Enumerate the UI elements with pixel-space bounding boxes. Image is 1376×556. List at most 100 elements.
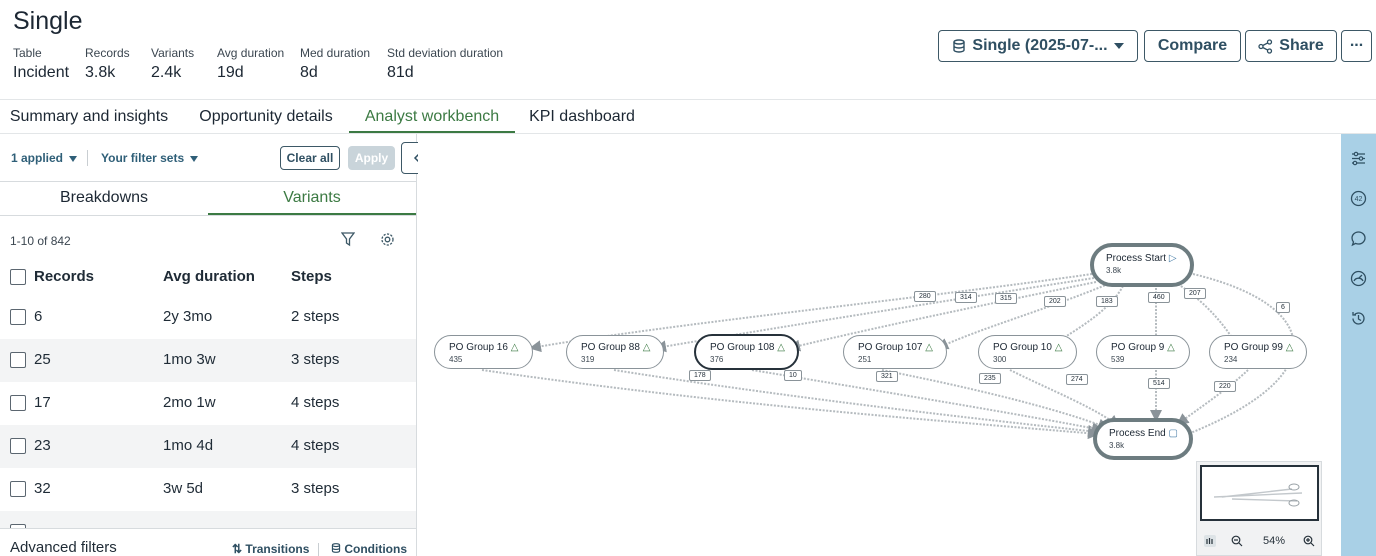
result-count: 1-10 of 842 <box>10 234 71 248</box>
column-header-steps[interactable]: Steps <box>291 268 332 285</box>
database-icon <box>953 39 966 53</box>
meta-avg-duration: Avg duration 19d <box>217 46 285 81</box>
row-checkbox[interactable] <box>10 309 26 325</box>
edge-label: 178 <box>689 370 711 381</box>
meta-variants: Variants 2.4k <box>151 46 195 81</box>
tab-variants[interactable]: Variants <box>208 183 416 215</box>
process-end-node[interactable]: Process End ▢ 3.8k <box>1093 418 1193 460</box>
edge-label: 315 <box>995 293 1017 304</box>
edge-label: 220 <box>1214 381 1236 392</box>
sort-arrows-icon: ⇅ <box>232 542 243 556</box>
process-start-node[interactable]: Process Start ▷ 3.8k <box>1090 243 1194 287</box>
tab-opportunity-details[interactable]: Opportunity details <box>182 100 350 133</box>
more-options-button[interactable]: ... <box>1341 30 1372 62</box>
edge-label: 280 <box>914 291 936 302</box>
row-checkbox[interactable] <box>10 395 26 411</box>
tab-analyst-workbench[interactable]: Analyst workbench <box>349 100 515 133</box>
hand-icon[interactable] <box>1203 534 1217 548</box>
warning-icon: △ <box>642 342 651 353</box>
table-row[interactable]: 6 2y 3mo 2 steps <box>0 296 416 339</box>
meta-std-duration: Std deviation duration 81d <box>387 46 504 81</box>
transitions-button[interactable]: ⇅ Transitions <box>232 542 309 556</box>
table-row[interactable]: 32 3w 5d 3 steps <box>0 468 416 511</box>
edge-label: 6 <box>1276 302 1290 313</box>
row-checkbox[interactable] <box>10 438 26 454</box>
warning-icon: △ <box>510 342 519 353</box>
number-badge-icon[interactable]: 42 <box>1350 190 1367 207</box>
row-checkbox[interactable] <box>10 352 26 368</box>
edge-label: 10 <box>784 370 802 381</box>
meta-med-duration: Med duration 8d <box>300 46 371 81</box>
process-node[interactable]: PO Group 107 △ 251 <box>843 335 947 369</box>
tab-summary[interactable]: Summary and insights <box>0 100 178 133</box>
gauge-icon[interactable] <box>1350 270 1367 287</box>
zoom-out-icon[interactable] <box>1231 535 1243 547</box>
select-all-checkbox[interactable] <box>10 269 26 285</box>
meta-table: Table Incident <box>13 46 70 81</box>
divider <box>87 150 88 166</box>
filter-sets-dropdown[interactable]: Your filter sets <box>101 151 199 165</box>
table-row[interactable]: 25 1mo 3w 3 steps <box>0 339 416 382</box>
share-icon <box>1258 38 1273 54</box>
minimap[interactable]: 54% <box>1196 461 1322 556</box>
more-icon: ... <box>1349 33 1364 50</box>
page-title: Single <box>13 7 83 35</box>
edge-label: 183 <box>1096 296 1118 307</box>
panel-subtabs: Breakdowns Variants <box>0 183 416 216</box>
share-button[interactable]: Share <box>1245 30 1337 62</box>
zoom-level: 54% <box>1263 535 1286 547</box>
divider <box>318 543 319 556</box>
edge-label: 514 <box>1148 378 1170 389</box>
gear-icon[interactable] <box>380 232 395 247</box>
filter-icon[interactable] <box>341 232 355 247</box>
advanced-filters-bar: Advanced filters ⇅ Transitions Condition… <box>0 528 416 556</box>
edge-label: 235 <box>979 373 1001 384</box>
stop-icon: ▢ <box>1168 428 1178 439</box>
process-node[interactable]: PO Group 99 △ 234 <box>1209 335 1307 369</box>
tab-breakdowns[interactable]: Breakdowns <box>0 183 208 215</box>
row-checkbox[interactable] <box>10 481 26 497</box>
advanced-filters-label[interactable]: Advanced filters <box>10 539 117 556</box>
zoom-in-icon[interactable] <box>1303 535 1315 547</box>
minimap-graph <box>1213 483 1303 507</box>
applied-filters-dropdown[interactable]: 1 applied <box>11 151 78 165</box>
caret-down-icon <box>1113 43 1124 49</box>
edge-label: 274 <box>1066 374 1088 385</box>
column-header-avg-duration[interactable]: Avg duration <box>163 268 255 285</box>
apply-button[interactable]: Apply <box>348 146 395 170</box>
play-icon: ▷ <box>1168 253 1177 264</box>
column-header-records[interactable]: Records <box>34 268 94 285</box>
sliders-icon[interactable] <box>1350 150 1367 167</box>
table-row[interactable]: 17 2mo 1w 4 steps <box>0 382 416 425</box>
caret-down-icon <box>190 156 199 162</box>
tab-kpi-dashboard[interactable]: KPI dashboard <box>518 100 646 133</box>
dataset-select-button[interactable]: Single (2025-07-... <box>938 30 1138 62</box>
caret-down-icon <box>69 156 78 162</box>
comment-icon[interactable] <box>1350 230 1367 247</box>
edge-label: 460 <box>1148 292 1170 303</box>
edge-label: 314 <box>955 292 977 303</box>
edge-label: 202 <box>1044 296 1066 307</box>
meta-records: Records 3.8k <box>85 46 130 81</box>
process-node[interactable]: PO Group 10 △ 300 <box>978 335 1077 369</box>
right-toolbar: 42 <box>1341 134 1376 556</box>
process-node[interactable]: PO Group 88 △ 319 <box>566 335 664 369</box>
warning-icon: △ <box>925 342 933 353</box>
process-node[interactable]: PO Group 16 △ 435 <box>434 335 533 369</box>
left-panel: 1 applied Your filter sets Clear all App… <box>0 134 417 556</box>
edge-label: 207 <box>1184 288 1206 299</box>
process-node[interactable]: PO Group 9 △ 539 <box>1096 335 1190 369</box>
compare-button[interactable]: Compare <box>1144 30 1241 62</box>
minimap-viewport[interactable] <box>1200 465 1319 521</box>
warning-icon: △ <box>1167 342 1175 353</box>
table-header: Records Avg duration Steps <box>0 256 416 296</box>
variants-table: Records Avg duration Steps 6 2y 3mo 2 st… <box>0 256 416 540</box>
process-node[interactable]: PO Group 108 △ 376 <box>694 334 799 370</box>
history-icon[interactable] <box>1350 310 1367 327</box>
warning-icon: △ <box>1054 342 1063 353</box>
clear-all-button[interactable]: Clear all <box>280 146 340 170</box>
svg-text:42: 42 <box>1355 196 1363 203</box>
table-row[interactable]: 23 1mo 4d 4 steps <box>0 425 416 468</box>
edge-label: 321 <box>876 371 898 382</box>
conditions-button[interactable]: Conditions <box>331 542 407 556</box>
